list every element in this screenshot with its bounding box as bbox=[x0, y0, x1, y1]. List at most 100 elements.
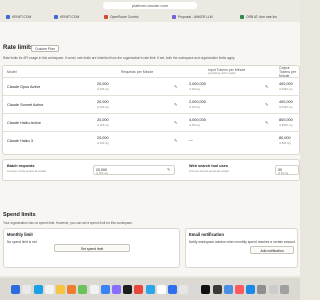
dock-app-icon[interactable] bbox=[235, 284, 244, 294]
edit-pencil-icon[interactable]: ✎ bbox=[174, 84, 177, 89]
edit-pencil-icon[interactable]: ✎ bbox=[174, 138, 177, 143]
column-header-itpm: Input Tokens per Minute (excluding cache… bbox=[208, 68, 246, 75]
macos-dock bbox=[0, 278, 300, 300]
browser-tab[interactable]: Proposal - ANKER LLM bbox=[166, 12, 234, 22]
dock-app-icon[interactable] bbox=[56, 284, 65, 294]
edit-pencil-icon[interactable]: ✎ bbox=[265, 84, 268, 89]
dock-app-icon[interactable] bbox=[212, 284, 222, 294]
dock-app-icon[interactable] bbox=[89, 284, 99, 294]
dock-app-icon[interactable] bbox=[190, 284, 200, 294]
dock-app-icon[interactable] bbox=[156, 284, 166, 294]
dock-app-icon[interactable] bbox=[111, 284, 121, 294]
browser-chrome: platform.claude.com KENET.COM KENET.COM … bbox=[0, 0, 300, 22]
tab-strip: KENET.COM KENET.COM OpenRoute Control Pr… bbox=[0, 12, 300, 22]
batch-requests-label: Batch requests bbox=[7, 164, 35, 168]
browser-tab[interactable]: KENET.COM bbox=[48, 12, 98, 22]
edit-pencil-icon[interactable]: ✎ bbox=[167, 167, 170, 172]
dock-app-icon[interactable] bbox=[44, 284, 54, 294]
table-row: Claude Opus Active 20,000 of 20K org ✎ 2… bbox=[3, 77, 300, 95]
rpm-value: 20,000 bbox=[97, 118, 109, 122]
table-row: Claude Haiku 3 20,000 of 20K org ✎ — 80,… bbox=[3, 131, 300, 149]
batch-requests-field[interactable]: 20,000 of 20K org bbox=[93, 165, 175, 175]
column-header-model: Model bbox=[7, 69, 17, 74]
email-notification-body: Notify workspace admins when monthly spe… bbox=[189, 240, 296, 244]
column-header-rpm: Requests per Minute bbox=[121, 69, 154, 74]
rpm-cap: of 20K org bbox=[97, 142, 109, 145]
otpm-cap: of 80K org bbox=[279, 142, 291, 145]
additional-limits-panel: Batch requests Limit per minute across a… bbox=[2, 159, 300, 181]
tab-favicon-icon bbox=[6, 15, 10, 19]
browser-tab[interactable]: ORB AT: Arm rate lim bbox=[234, 12, 300, 22]
rate-limits-title: Rate limits bbox=[3, 45, 34, 51]
dock-app-icon[interactable] bbox=[145, 284, 155, 294]
itpm-value: 4,000,000 bbox=[189, 118, 206, 122]
rpm-value: 20,000 bbox=[97, 82, 109, 86]
tab-favicon-icon bbox=[104, 15, 108, 19]
add-notification-button[interactable]: Add notification bbox=[250, 246, 294, 254]
tab-favicon-icon bbox=[172, 15, 176, 19]
column-header-otpm: Output Tokens per Minute bbox=[279, 65, 297, 78]
otpm-value: 80,000 bbox=[279, 136, 291, 140]
dock-app-icon[interactable] bbox=[33, 284, 43, 294]
model-name: Claude Haiku 3 bbox=[7, 139, 33, 143]
dock-app-icon[interactable] bbox=[257, 284, 267, 294]
dock-app-icon[interactable] bbox=[201, 284, 211, 294]
edit-pencil-icon[interactable]: ✎ bbox=[174, 120, 177, 125]
rpm-value: 20,000 bbox=[97, 100, 109, 104]
address-bar[interactable]: platform.claude.com bbox=[103, 2, 197, 9]
tab-favicon-icon bbox=[54, 15, 58, 19]
web-search-label: Web search tool uses bbox=[189, 164, 228, 168]
dock-app-icon[interactable] bbox=[167, 284, 177, 294]
email-notification-title: Email notification bbox=[189, 232, 224, 237]
otpm-value: 400,000 bbox=[279, 100, 293, 104]
batch-requests-sub: Limit per minute across all models bbox=[7, 170, 47, 173]
rpm-value: 20,000 bbox=[97, 136, 109, 140]
otpm-value: 800,000 bbox=[279, 118, 293, 122]
rpm-cap: of 20K org bbox=[97, 88, 109, 91]
dock-app-icon[interactable] bbox=[78, 284, 88, 294]
monthly-limit-card: Monthly limit No spend limit is set. Set… bbox=[3, 228, 180, 268]
spend-limits-title: Spend limits bbox=[3, 212, 36, 218]
table-row: Claude Haiku Active 20,000 of 20K org ✎ … bbox=[3, 113, 300, 131]
otpm-cap: of 800K org bbox=[279, 124, 293, 127]
monthly-limit-title: Monthly limit bbox=[7, 232, 33, 237]
browser-tab[interactable]: KENET.COM bbox=[0, 12, 48, 22]
dock-app-icon[interactable] bbox=[179, 284, 189, 294]
model-name: Claude Opus Active bbox=[7, 85, 41, 89]
email-notification-card: Email notification Notify workspace admi… bbox=[185, 228, 298, 268]
dock-app-icon[interactable] bbox=[22, 284, 32, 294]
rate-limits-description: Rate limits for API usage in this worksp… bbox=[3, 56, 236, 60]
console-page: Rate limits Custom Plan Rate limits for … bbox=[0, 22, 300, 276]
tab-favicon-icon bbox=[240, 15, 244, 19]
web-search-field[interactable]: 30 of 30 org bbox=[275, 165, 299, 175]
browser-tab[interactable]: OpenRoute Control bbox=[98, 12, 166, 22]
dock-app-icon[interactable] bbox=[67, 284, 77, 294]
edit-pencil-icon[interactable]: ✎ bbox=[265, 120, 268, 125]
dock-app-icon[interactable] bbox=[123, 284, 133, 294]
dock-app-icon[interactable] bbox=[268, 284, 278, 294]
set-spend-limit-button[interactable]: Set spend limit bbox=[54, 244, 130, 252]
itpm-cap: of 2M org bbox=[189, 106, 200, 109]
edit-pencil-icon[interactable]: ✎ bbox=[174, 102, 177, 107]
rpm-cap: of 20K org bbox=[97, 124, 109, 127]
dock-app-icon[interactable] bbox=[134, 284, 144, 294]
itpm-value: — bbox=[189, 138, 193, 142]
itpm-cap: of 2M org bbox=[189, 88, 200, 91]
itpm-value: 2,000,000 bbox=[189, 100, 206, 104]
model-name: Claude Sonnet Active bbox=[7, 103, 44, 107]
dock-app-icon[interactable] bbox=[279, 284, 289, 294]
rate-limits-table: Model Requests per Minute Input Tokens p… bbox=[2, 65, 300, 155]
dock-app-icon[interactable] bbox=[246, 284, 256, 294]
model-name: Claude Haiku Active bbox=[7, 121, 41, 125]
dock-app-icon[interactable] bbox=[100, 284, 110, 294]
rpm-cap: of 20K org bbox=[97, 106, 109, 109]
itpm-value: 2,000,000 bbox=[189, 82, 206, 86]
dock-app-icon[interactable] bbox=[11, 284, 21, 294]
spend-limits-description: Your organization has no spend limit. Ho… bbox=[3, 221, 133, 225]
otpm-value: 400,000 bbox=[279, 82, 293, 86]
edit-pencil-icon[interactable]: ✎ bbox=[265, 102, 268, 107]
plan-badge: Custom Plan bbox=[31, 45, 60, 52]
itpm-cap: of 4M org bbox=[189, 124, 200, 127]
dock-app-icon[interactable] bbox=[223, 284, 233, 294]
table-row: Claude Sonnet Active 20,000 of 20K org ✎… bbox=[3, 95, 300, 113]
